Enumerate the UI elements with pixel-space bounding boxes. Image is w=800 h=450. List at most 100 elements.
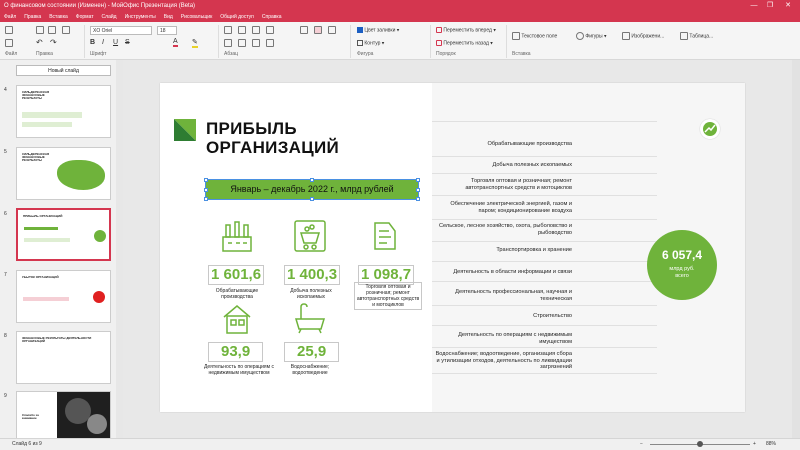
divider: [432, 156, 657, 157]
slide-title: ПРИБЫЛЬ ОРГАНИЗАЦИЙ: [206, 119, 339, 157]
menu-help[interactable]: Справка: [262, 12, 282, 22]
stat-label-trade: Торговля оптовая и розничная; ремонт авт…: [354, 282, 422, 310]
menu-slide[interactable]: Слайд: [102, 12, 117, 22]
menu-draw[interactable]: Рисовальщик: [181, 12, 212, 22]
title-bar: О финансовом состоянии (Изменен) - МойОф…: [0, 0, 800, 12]
industry-item: Обеспечение электрической энергией, газо…: [450, 201, 572, 214]
zoom-out-button[interactable]: −: [640, 439, 643, 450]
industry-item: Транспортировка и хранение: [496, 247, 572, 253]
divider: [432, 347, 657, 348]
total-value: 6 057,4: [661, 248, 703, 262]
outline-button[interactable]: Контур ▾: [357, 40, 384, 46]
print-icon[interactable]: [5, 26, 13, 34]
align-left-icon[interactable]: [224, 39, 232, 47]
resize-handle[interactable]: [204, 188, 208, 192]
thumbnails-scrollbar[interactable]: [116, 60, 123, 438]
resize-handle[interactable]: [310, 197, 314, 201]
industry-item: Деятельность профессиональная, научная и…: [455, 289, 572, 302]
image-icon: [622, 32, 630, 40]
bullet-list-icon[interactable]: [224, 26, 232, 34]
text-field-button[interactable]: Текстовое поле: [512, 32, 557, 40]
resize-handle[interactable]: [416, 197, 420, 201]
valign-middle-icon[interactable]: [314, 26, 322, 34]
slide-thumbnails-panel: Новый слайд 4 СИЛЬДЕРЕНСКАЯ ФИНАНСОВЫЕ Р…: [0, 60, 118, 444]
send-backward-button[interactable]: Переместить назад ▾: [436, 40, 493, 46]
table-button[interactable]: Таблица...: [680, 32, 713, 40]
group-paragraph-label: Абзац: [224, 51, 239, 57]
bring-forward-button[interactable]: Переместить вперед ▾: [436, 27, 496, 33]
shapes-label: Фигуры: [585, 33, 603, 40]
divider: [432, 261, 657, 262]
industry-item: Деятельность в области информации и связ…: [453, 269, 572, 275]
menu-share[interactable]: Общий доступ: [220, 12, 254, 22]
industry-item: Торговля оптовая и розничная; ремонт авт…: [465, 178, 572, 191]
thumb-number: 5: [4, 149, 7, 155]
new-slide-button[interactable]: Новый слайд: [16, 65, 111, 76]
menu-format[interactable]: Формат: [76, 12, 94, 22]
justify-icon[interactable]: [266, 39, 274, 47]
align-center-icon[interactable]: [238, 39, 246, 47]
font-name-select[interactable]: XO Oriel: [90, 26, 152, 35]
image-label: Изображени...: [631, 33, 665, 40]
resize-handle[interactable]: [204, 178, 208, 182]
slide-thumbnail-5[interactable]: СИЛЬДЕРЕНСКАЯ ФИНАНСОВЫЕ РЕЗУЛЬТАТЫ: [16, 147, 111, 200]
indent-icon[interactable]: [266, 26, 274, 34]
zoom-in-button[interactable]: +: [753, 439, 756, 450]
window-title: О финансовом состоянии (Изменен) - МойОф…: [4, 3, 196, 9]
thumb-title: Спасибо за внимание: [22, 413, 39, 420]
menu-tools[interactable]: Инструменты: [125, 12, 156, 22]
divider: [432, 325, 657, 326]
close-button[interactable]: ✕: [782, 0, 794, 12]
thumb-title: ПРИБЫЛЬ ОРГАНИЗАЦИЙ: [23, 214, 63, 218]
menu-bar: Файл Правка Вставка Формат Слайд Инструм…: [0, 12, 800, 22]
highlight-button[interactable]: ✎: [192, 38, 198, 48]
shapes-icon: [576, 32, 584, 40]
slide-thumbnail-9[interactable]: Спасибо за внимание: [16, 391, 111, 444]
resize-handle[interactable]: [416, 178, 420, 182]
redo-icon[interactable]: ↷: [50, 38, 57, 47]
numbered-list-icon[interactable]: [238, 26, 246, 34]
canvas-scrollbar[interactable]: [792, 60, 800, 438]
undo-icon[interactable]: ↶: [36, 38, 43, 47]
restore-button[interactable]: ❐: [764, 0, 776, 12]
font-color-button[interactable]: A: [173, 38, 178, 47]
align-right-icon[interactable]: [252, 39, 260, 47]
menu-view[interactable]: Вид: [164, 12, 173, 22]
save-icon[interactable]: [5, 39, 13, 47]
industry-item: Добыча полезных ископаемых: [492, 162, 572, 168]
slide-thumbnail-4[interactable]: СИЛЬДЕРЕНСКАЯ ФИНАНСОВЫЕ РЕЗУЛЬТАТЫ: [16, 85, 111, 138]
menu-insert[interactable]: Вставка: [49, 12, 68, 22]
thumb-number: 9: [4, 393, 7, 399]
zoom-slider-thumb[interactable]: [697, 441, 703, 447]
resize-handle[interactable]: [204, 197, 208, 201]
slide-thumbnail-6[interactable]: ПРИБЫЛЬ ОРГАНИЗАЦИЙ: [16, 208, 111, 261]
valign-top-icon[interactable]: [300, 26, 308, 34]
text-field-icon: [512, 32, 520, 40]
resize-handle[interactable]: [416, 188, 420, 192]
resize-handle[interactable]: [310, 178, 314, 182]
shapes-button[interactable]: Фигуры ▾: [576, 32, 607, 40]
menu-file[interactable]: Файл: [4, 12, 16, 22]
bathtub-icon: [294, 303, 326, 334]
bold-button[interactable]: B: [90, 39, 95, 46]
thumb-title: СИЛЬДЕРЕНСКАЯ ФИНАНСОВЫЕ РЕЗУЛЬТАТЫ: [22, 152, 50, 162]
slide-6: ПРИБЫЛЬ ОРГАНИЗАЦИЙ Январь – декабрь 202…: [160, 83, 745, 412]
total-unit: млрд руб. всего: [647, 266, 717, 279]
menu-edit[interactable]: Правка: [24, 12, 41, 22]
industry-item: Сельское, лесное хозяйство, охота, рыбол…: [438, 223, 572, 236]
fill-color-button[interactable]: Цвет заливки ▾: [357, 27, 399, 33]
strikethrough-button[interactable]: S: [125, 39, 130, 46]
italic-button[interactable]: I: [102, 39, 104, 46]
font-size-select[interactable]: 18: [157, 26, 177, 35]
underline-button[interactable]: U: [113, 39, 118, 46]
copy-icon[interactable]: [48, 26, 56, 34]
valign-bottom-icon[interactable]: [328, 26, 336, 34]
slide-thumbnail-7[interactable]: УБЫТОК ОРГАНИЗАЦИЙ: [16, 270, 111, 323]
minimize-button[interactable]: —: [748, 0, 760, 12]
cut-icon[interactable]: [36, 26, 44, 34]
slide-thumbnail-8[interactable]: ФИНАНСОВЫЕ РЕЗУЛЬТАТЫ ДЕЯТЕЛЬНОСТИ ОРГАН…: [16, 331, 111, 384]
group-order-label: Порядок: [436, 51, 456, 57]
image-button[interactable]: Изображени...: [622, 32, 664, 40]
outdent-icon[interactable]: [252, 26, 260, 34]
paste-icon[interactable]: [62, 26, 70, 34]
